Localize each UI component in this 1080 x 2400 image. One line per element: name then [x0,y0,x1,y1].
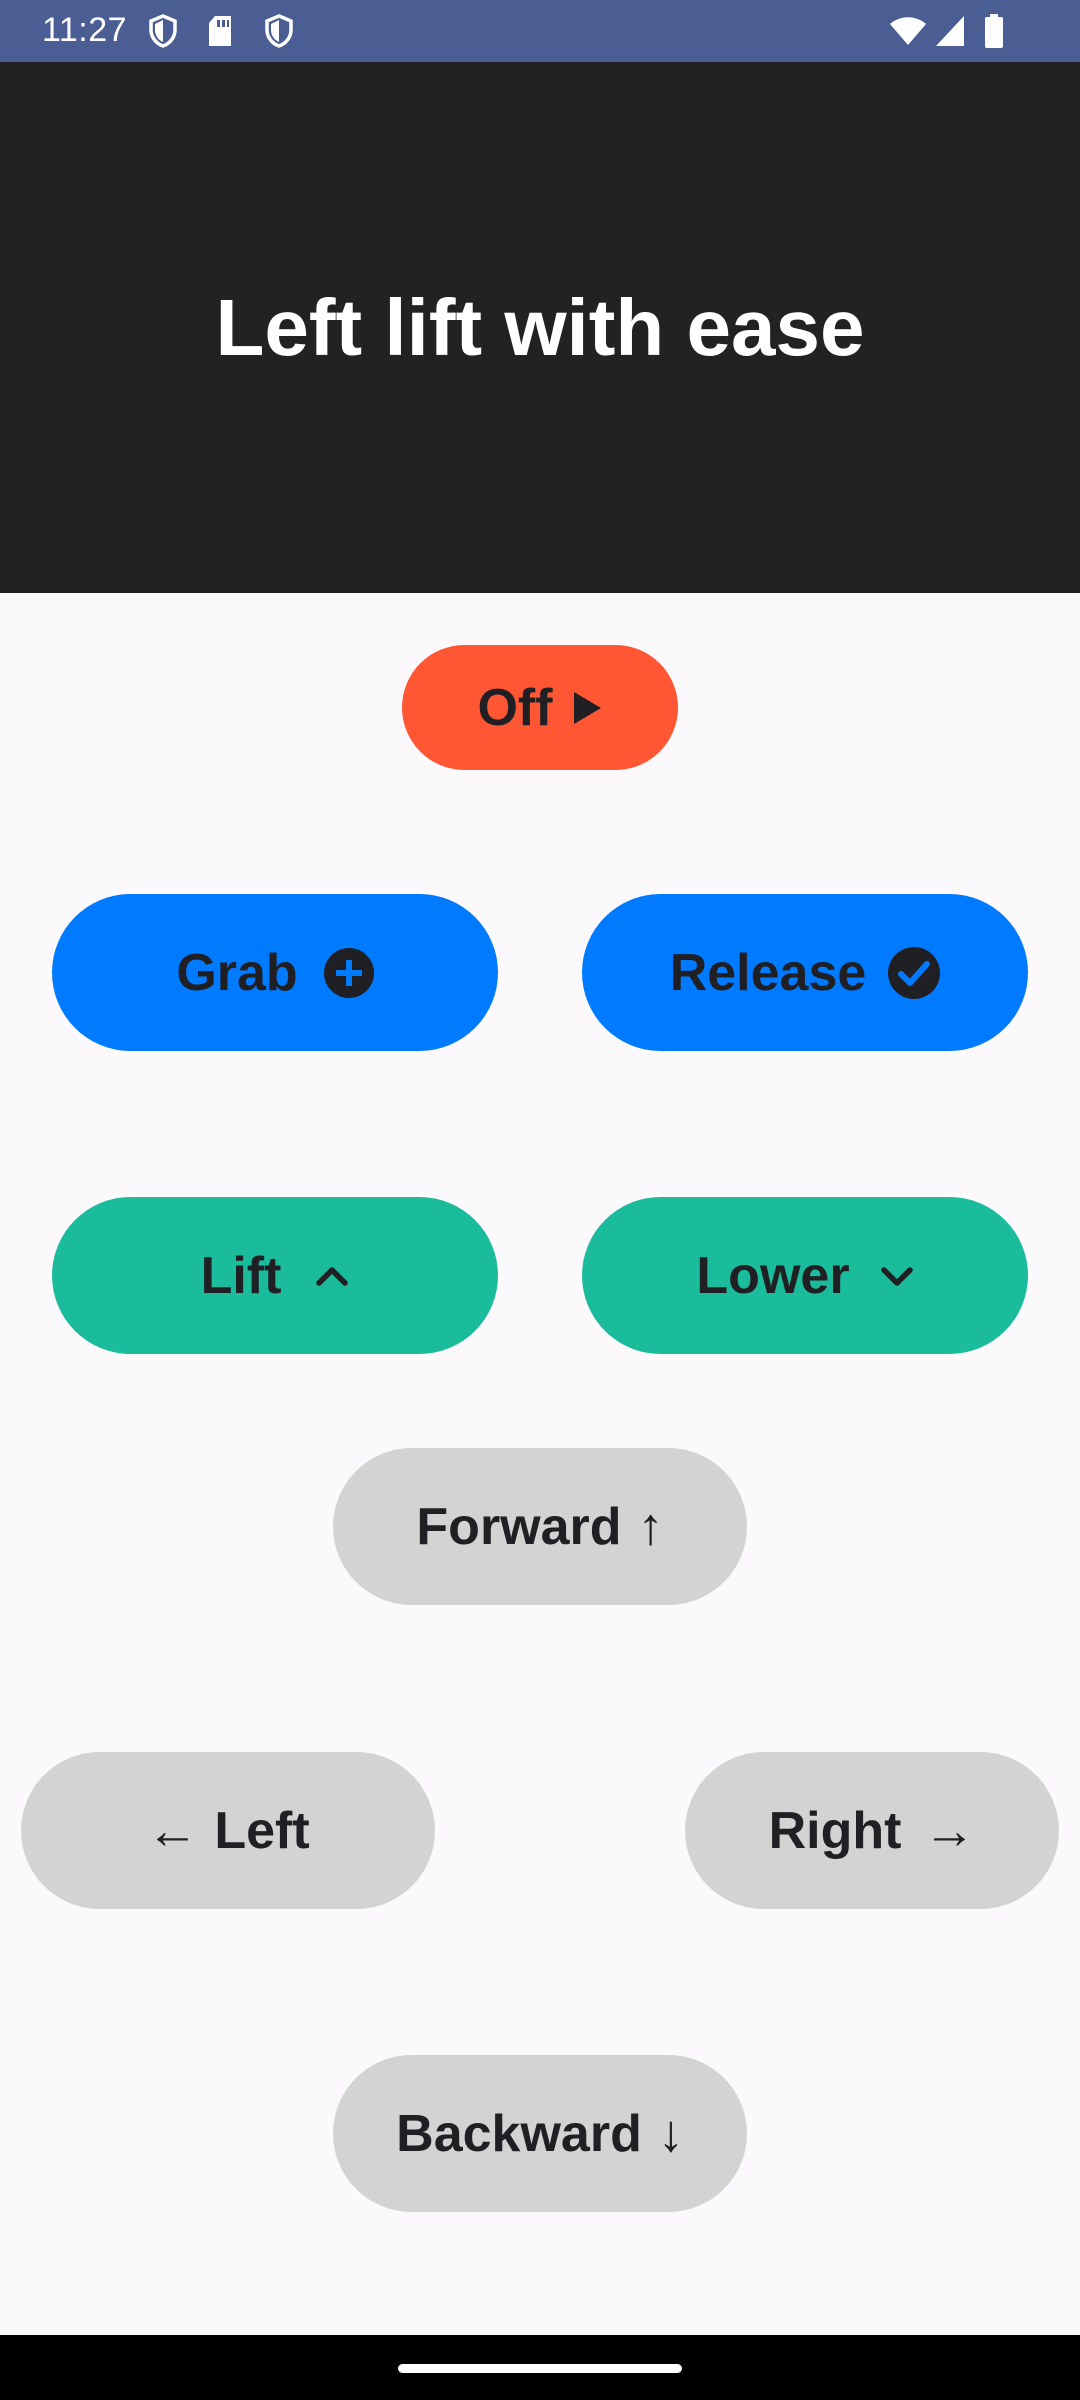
grab-button[interactable]: Grab [52,894,498,1051]
backward-button-label: Backward [396,2104,642,2163]
home-gesture-handle[interactable] [398,2364,682,2373]
chevron-up-icon [315,1265,349,1287]
lower-button-label: Lower [696,1246,850,1305]
navigation-bar [0,2335,1080,2400]
forward-button-label: Forward [416,1497,622,1556]
left-button-label: Left [214,1801,310,1860]
add-circle-icon [323,947,374,998]
off-button-label: Off [477,678,553,737]
wifi-icon [890,17,926,45]
arrow-up-icon: ↑ [637,1497,664,1556]
lift-button[interactable]: Lift [52,1197,498,1354]
shield-icon [265,14,293,48]
release-button[interactable]: Release [582,894,1028,1051]
right-button-label: Right [768,1801,902,1860]
left-button[interactable]: ← Left [21,1752,435,1909]
status-time: 11:27 [42,11,128,49]
right-button[interactable]: Right → [685,1752,1059,1909]
sd-card-icon [209,16,231,46]
status-bar: 11:27 [0,0,1080,62]
arrow-down-icon: ↓ [657,2104,684,2163]
signal-icon [936,16,964,46]
lower-button[interactable]: Lower [582,1197,1028,1354]
battery-icon [985,14,1003,48]
header-banner: Left lift with ease [0,62,1080,593]
page-title: Left lift with ease [215,282,865,372]
forward-button[interactable]: Forward ↑ [333,1448,747,1605]
backward-button[interactable]: Backward ↓ [333,2055,747,2212]
check-circle-icon [888,946,941,999]
grab-button-label: Grab [176,943,298,1002]
release-button-label: Release [669,943,867,1002]
chevron-down-icon [880,1265,914,1287]
shield-icon [149,14,177,48]
lift-button-label: Lift [200,1246,282,1305]
arrow-right-icon: → [923,1801,976,1860]
arrow-left-icon: ← [146,1801,199,1860]
play-icon [571,690,603,726]
off-button[interactable]: Off [402,645,678,770]
